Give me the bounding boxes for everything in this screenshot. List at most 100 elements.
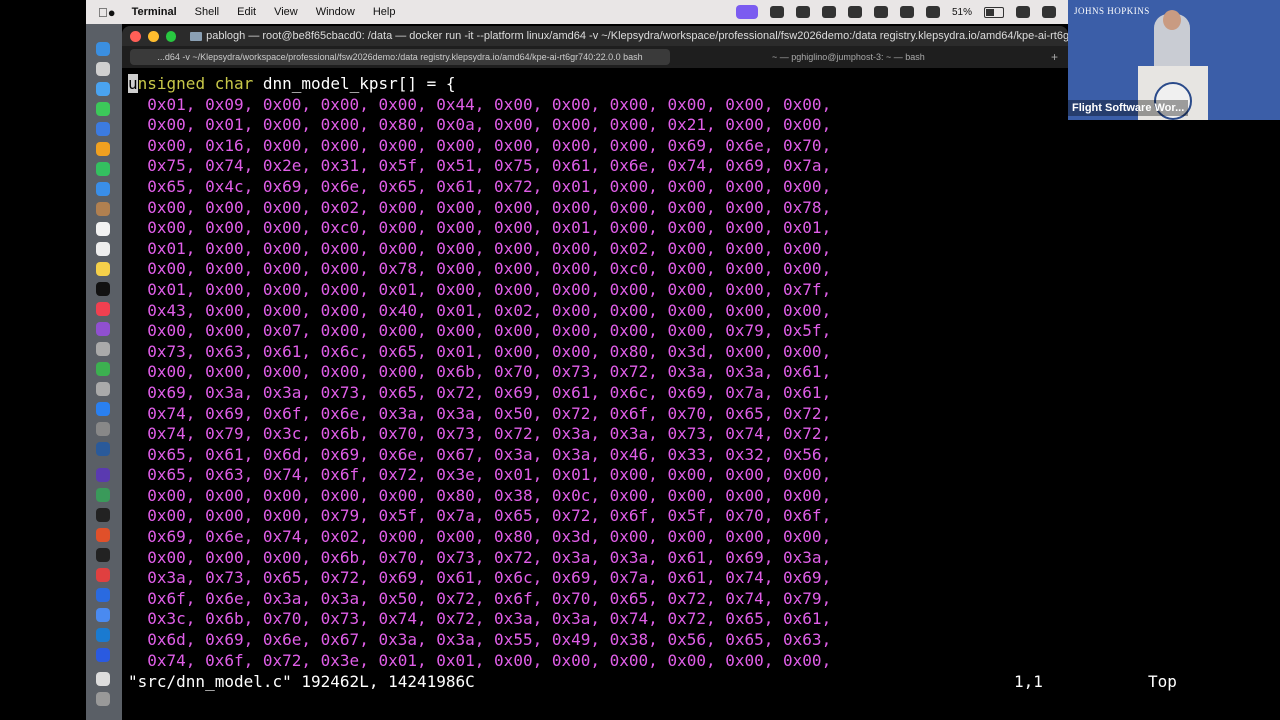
dock-messages-icon[interactable] (96, 102, 110, 116)
battery-icon[interactable] (984, 6, 1004, 18)
menu-window[interactable]: Window (316, 6, 355, 18)
hex-row: 0x73, 0x63, 0x61, 0x6c, 0x65, 0x01, 0x00… (128, 341, 832, 361)
dock-app-icon[interactable] (96, 608, 110, 622)
hex-row: 0x65, 0x63, 0x74, 0x6f, 0x72, 0x3e, 0x01… (128, 465, 832, 485)
dock-podcasts-icon[interactable] (96, 322, 110, 336)
hex-row: 0x00, 0x00, 0x07, 0x00, 0x00, 0x00, 0x00… (128, 321, 832, 341)
dock-app-icon[interactable] (96, 488, 110, 502)
dock-mail-icon[interactable] (96, 122, 110, 136)
dock-numbers-icon[interactable] (96, 362, 110, 376)
dock-app-icon[interactable] (96, 568, 110, 582)
hex-row: 0x00, 0x00, 0x00, 0x02, 0x00, 0x00, 0x00… (128, 197, 832, 217)
hex-row: 0x75, 0x74, 0x2e, 0x31, 0x5f, 0x51, 0x75… (128, 156, 832, 176)
hex-row: 0x74, 0x79, 0x3c, 0x6b, 0x70, 0x73, 0x72… (128, 424, 832, 444)
close-window-icon[interactable] (130, 30, 141, 42)
status-file-info: "src/dnn_model.c" 192462L, 14241986C (128, 672, 475, 691)
dock-firefox-icon[interactable] (96, 528, 110, 542)
status-area: 51% (735, 5, 1056, 19)
university-logo: JOHNS HOPKINS (1074, 6, 1150, 16)
dock-app-icon[interactable] (96, 648, 110, 662)
dock-app-icon[interactable] (96, 588, 110, 602)
terminal-overflow-region (1068, 120, 1280, 720)
dock-finder-icon[interactable] (96, 42, 110, 56)
dock-notes-icon[interactable] (96, 262, 110, 276)
hex-row: 0x00, 0x00, 0x00, 0x00, 0x78, 0x00, 0x00… (128, 259, 832, 279)
dock-appstore-icon[interactable] (96, 402, 110, 416)
cloud-icon[interactable] (873, 6, 888, 18)
hex-row: 0x00, 0x00, 0x00, 0x6b, 0x70, 0x73, 0x72… (128, 547, 832, 567)
dock-music-icon[interactable] (96, 302, 110, 316)
tab-jumphost[interactable]: ~ — pghiglino@jumphost-3: ~ — bash (762, 49, 935, 65)
dock-document-icon[interactable] (96, 672, 110, 686)
dock-app-icon[interactable] (96, 182, 110, 196)
hex-row: 0x01, 0x09, 0x00, 0x00, 0x00, 0x44, 0x00… (128, 94, 832, 114)
status-app-icon[interactable] (847, 6, 862, 18)
dock-settings-icon[interactable] (96, 422, 110, 436)
dock-contacts-icon[interactable] (96, 202, 110, 216)
dock-calendar-icon[interactable] (96, 222, 110, 236)
menubar: ● Terminal Shell Edit View Window Help … (86, 0, 1068, 24)
hex-row: 0x65, 0x4c, 0x69, 0x6e, 0x65, 0x61, 0x72… (128, 176, 832, 196)
hex-row: 0x74, 0x6f, 0x72, 0x3e, 0x01, 0x01, 0x00… (128, 650, 832, 670)
hex-row: 0x65, 0x61, 0x6d, 0x69, 0x6e, 0x67, 0x3a… (128, 444, 832, 464)
docker-icon[interactable] (821, 6, 836, 18)
bluetooth-icon[interactable] (925, 6, 940, 18)
wifi-icon[interactable] (1016, 6, 1030, 18)
vim-buffer[interactable]: unsigned char dnn_model_kpsr[] = { 0x01,… (122, 68, 1068, 671)
hex-row: 0x43, 0x00, 0x00, 0x00, 0x40, 0x01, 0x02… (128, 300, 832, 320)
menu-view[interactable]: View (274, 6, 298, 18)
hex-row: 0x00, 0x01, 0x00, 0x00, 0x80, 0x0a, 0x00… (128, 115, 832, 135)
tab-docker-session[interactable]: ...d64 -v ~/Klepsydra/workspace/professi… (130, 49, 670, 65)
search-icon[interactable] (1042, 6, 1056, 18)
video-caption: Flight Software Wor... (1068, 100, 1189, 116)
terminal-window[interactable]: pablogh — root@be8f65cbacd0: /data — doc… (122, 26, 1068, 720)
dock-app-icon[interactable] (96, 442, 110, 456)
status-app-icon[interactable] (769, 6, 784, 18)
dock-app-icon[interactable] (96, 548, 110, 562)
menu-shell[interactable]: Shell (195, 6, 219, 18)
hex-row: 0x3a, 0x73, 0x65, 0x72, 0x69, 0x61, 0x6c… (128, 568, 832, 588)
hex-row: 0x6f, 0x6e, 0x3a, 0x3a, 0x50, 0x72, 0x6f… (128, 588, 832, 608)
window-titlebar[interactable]: pablogh — root@be8f65cbacd0: /data — doc… (122, 26, 1068, 46)
dock-app-icon[interactable] (96, 628, 110, 642)
hex-row: 0x6d, 0x69, 0x6e, 0x67, 0x3a, 0x3a, 0x55… (128, 630, 832, 650)
hex-row: 0x74, 0x69, 0x6f, 0x6e, 0x3a, 0x3a, 0x50… (128, 403, 832, 423)
screen-share-icon[interactable] (735, 5, 758, 19)
dock-app-icon[interactable] (96, 382, 110, 396)
hex-row: 0x01, 0x00, 0x00, 0x00, 0x01, 0x00, 0x00… (128, 279, 832, 299)
menu-edit[interactable]: Edit (237, 6, 256, 18)
battery-percent: 51% (951, 6, 972, 18)
dock-facetime-icon[interactable] (96, 162, 110, 176)
hex-row: 0x00, 0x00, 0x00, 0xc0, 0x00, 0x00, 0x00… (128, 218, 832, 238)
window-title: pablogh — root@be8f65cbacd0: /data — doc… (206, 30, 1068, 42)
minimize-window-icon[interactable] (147, 30, 159, 42)
dock-tv-icon[interactable] (96, 282, 110, 296)
status-app-icon[interactable] (899, 6, 914, 18)
new-tab-button[interactable]: + (1051, 50, 1058, 64)
cursor: u (128, 74, 138, 93)
menu-app-terminal[interactable]: Terminal (132, 6, 177, 18)
keyword-char: char (214, 74, 254, 93)
dock-photos-icon[interactable] (96, 142, 110, 156)
dock-launchpad-icon[interactable] (96, 62, 110, 76)
dock-app-icon[interactable] (96, 342, 110, 356)
dock-terminal-icon[interactable] (96, 508, 110, 522)
speaker-video-tile[interactable]: JOHNS HOPKINS Flight Software Wor... (1068, 0, 1280, 120)
hex-row: 0x01, 0x00, 0x00, 0x00, 0x00, 0x00, 0x00… (128, 238, 832, 258)
status-scroll-indicator: Top (1148, 672, 1177, 691)
dock-safari-icon[interactable] (96, 82, 110, 96)
status-cursor-position: 1,1 (1014, 672, 1043, 691)
speaker-head (1163, 10, 1181, 30)
zoom-window-icon[interactable] (165, 30, 177, 42)
menu-help[interactable]: Help (373, 6, 396, 18)
dock-app-icon[interactable] (96, 468, 110, 482)
hex-row: 0x69, 0x6e, 0x74, 0x02, 0x00, 0x00, 0x80… (128, 527, 832, 547)
hex-row: 0x69, 0x3a, 0x3a, 0x73, 0x65, 0x72, 0x69… (128, 382, 832, 402)
dock-trash-icon[interactable] (96, 692, 110, 706)
keyword-unsigned-rest: nsigned (137, 74, 206, 93)
apple-menu-icon[interactable]: ● (98, 5, 116, 20)
status-app-icon[interactable] (795, 6, 810, 18)
folder-icon (190, 31, 203, 41)
hex-row: 0x00, 0x16, 0x00, 0x00, 0x00, 0x00, 0x00… (128, 135, 832, 155)
dock-reminders-icon[interactable] (96, 242, 110, 256)
